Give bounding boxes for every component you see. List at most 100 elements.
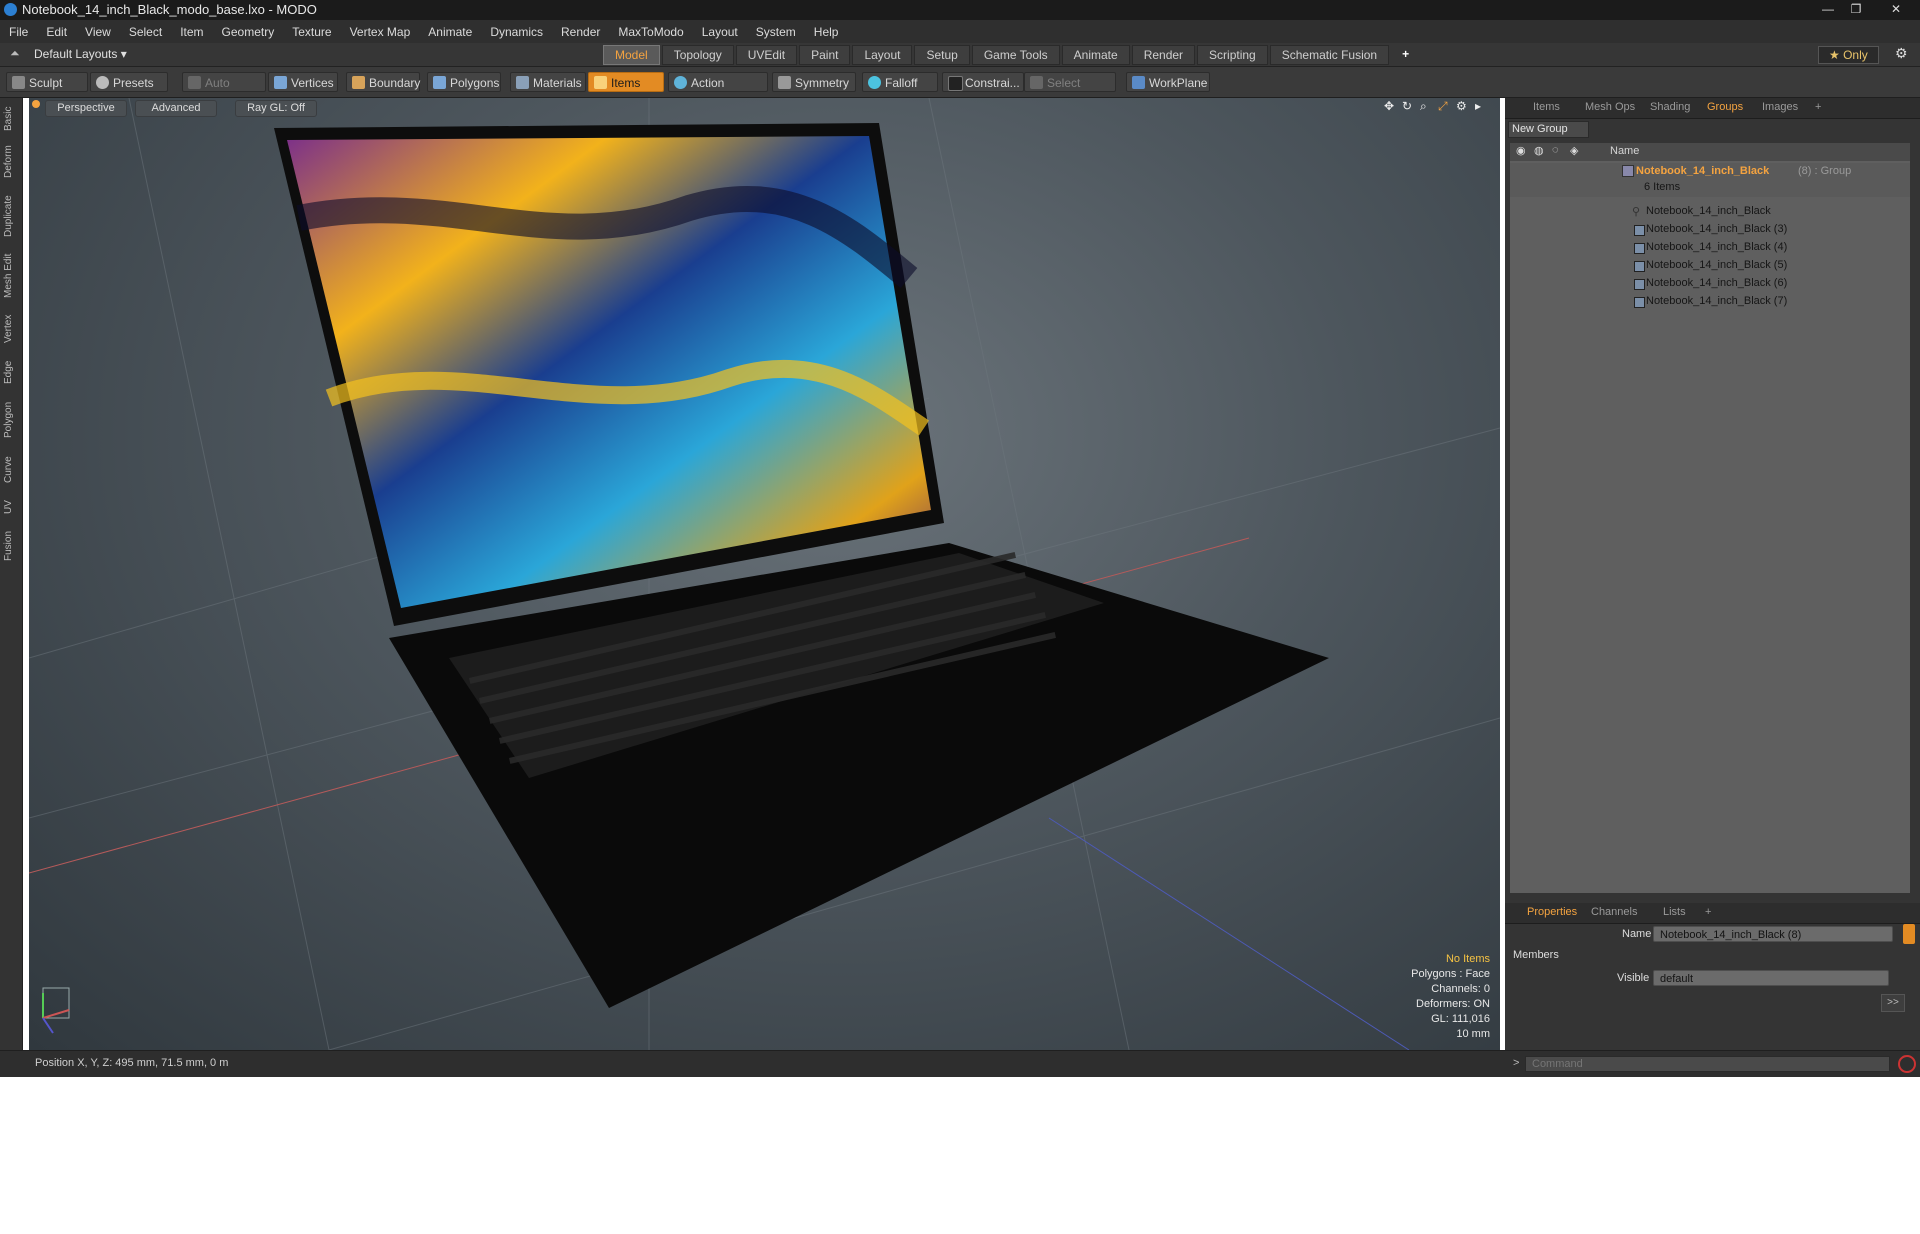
- menu-system[interactable]: System: [747, 25, 805, 39]
- tab-curve[interactable]: Curve: [3, 452, 19, 488]
- list-item[interactable]: Notebook_14_inch_Black (4): [1510, 239, 1910, 257]
- tab-render[interactable]: Render: [1131, 45, 1196, 65]
- list-item[interactable]: Notebook_14_inch_Black (6): [1510, 275, 1910, 293]
- menu-file[interactable]: File: [0, 25, 37, 39]
- perspective-dropdown[interactable]: Perspective: [45, 100, 127, 117]
- more-button[interactable]: >>: [1881, 994, 1905, 1012]
- falloff-button[interactable]: Falloff: [862, 72, 938, 92]
- lock-icon[interactable]: ◌: [1552, 144, 1559, 156]
- record-icon[interactable]: [1898, 1055, 1916, 1073]
- menu-select[interactable]: Select: [120, 25, 171, 39]
- pan-icon[interactable]: ✥: [1384, 99, 1394, 113]
- viewport-menu-dot-icon[interactable]: [32, 100, 40, 108]
- tab-items[interactable]: Items: [1533, 101, 1560, 113]
- tab-model[interactable]: Model: [603, 45, 660, 65]
- boundary-button[interactable]: Boundary: [346, 72, 420, 92]
- advanced-dropdown[interactable]: Advanced: [135, 100, 217, 117]
- tab-schematic-fusion[interactable]: Schematic Fusion: [1269, 45, 1390, 65]
- gear-icon[interactable]: ⚙: [1895, 45, 1908, 62]
- tab-scripting[interactable]: Scripting: [1197, 45, 1268, 65]
- name-field[interactable]: Notebook_14_inch_Black (8): [1653, 926, 1893, 942]
- menu-layout[interactable]: Layout: [693, 25, 747, 39]
- fit-icon[interactable]: ⤢: [1438, 99, 1448, 114]
- list-item[interactable]: Notebook_14_inch_Black (3): [1510, 221, 1910, 239]
- add-properties-tab-button[interactable]: +: [1705, 906, 1711, 918]
- menu-dynamics[interactable]: Dynamics: [481, 25, 552, 39]
- tab-fusion[interactable]: Fusion: [3, 526, 19, 566]
- 3d-viewport[interactable]: Perspective Advanced Ray GL: Off ✥ ↻ ⌕ ⤢…: [29, 98, 1500, 1050]
- symmetry-button[interactable]: Symmetry: [772, 72, 856, 92]
- layout-up-icon[interactable]: ⏶: [10, 46, 20, 61]
- command-input[interactable]: [1525, 1056, 1890, 1072]
- name-column-header[interactable]: Name: [1610, 145, 1639, 157]
- menu-vertex-map[interactable]: Vertex Map: [341, 25, 420, 39]
- rotate-icon[interactable]: ↻: [1402, 99, 1412, 113]
- tab-edge[interactable]: Edge: [3, 356, 19, 388]
- members-section[interactable]: Members: [1513, 949, 1559, 961]
- list-item[interactable]: Notebook_14_inch_Black (5): [1510, 257, 1910, 275]
- select-through-button[interactable]: Select Through: [1024, 72, 1116, 110]
- materials-button[interactable]: Materials: [510, 72, 586, 92]
- tab-polygon[interactable]: Polygon: [3, 396, 19, 444]
- tab-duplicate[interactable]: Duplicate: [3, 190, 19, 242]
- viewport-expand-icon[interactable]: ▸: [1475, 99, 1481, 113]
- add-panel-tab-button[interactable]: +: [1815, 101, 1821, 113]
- tab-basic[interactable]: Basic: [3, 104, 19, 134]
- menu-animate[interactable]: Animate: [419, 25, 481, 39]
- tab-animate[interactable]: Animate: [1061, 45, 1130, 65]
- list-item[interactable]: ⚲ Notebook_14_inch_Black: [1510, 203, 1910, 221]
- only-toggle[interactable]: ★ Only: [1818, 46, 1879, 64]
- tab-properties[interactable]: Properties: [1527, 906, 1577, 918]
- tab-vertex[interactable]: Vertex: [3, 310, 19, 348]
- polygons-button[interactable]: Polygons: [427, 72, 501, 92]
- menu-help[interactable]: Help: [805, 25, 848, 39]
- tab-lists[interactable]: Lists: [1663, 906, 1686, 918]
- tab-images[interactable]: Images: [1762, 101, 1798, 113]
- eye-icon[interactable]: ◉: [1516, 144, 1526, 157]
- action-center-button[interactable]: Action Center: [668, 72, 768, 110]
- menu-render[interactable]: Render: [552, 25, 609, 39]
- list-item[interactable]: Notebook_14_inch_Black (7): [1510, 293, 1910, 311]
- menu-texture[interactable]: Texture: [283, 25, 340, 39]
- maximize-button[interactable]: ❐: [1843, 1, 1869, 18]
- tab-paint[interactable]: Paint: [799, 45, 851, 65]
- minimize-button[interactable]: —: [1815, 1, 1841, 18]
- vertices-button[interactable]: Vertices: [268, 72, 338, 92]
- tab-topology[interactable]: Topology: [661, 45, 734, 65]
- presets-button[interactable]: Presets: [90, 72, 168, 92]
- group-row[interactable]: Notebook_14_inch_Black (8) : Group 6 Ite…: [1510, 163, 1910, 197]
- auto-select-icon: [188, 76, 201, 89]
- new-group-button[interactable]: New Group: [1508, 121, 1589, 138]
- tab-mesh-edit[interactable]: Mesh Edit: [3, 250, 19, 302]
- menu-maxtomodo[interactable]: MaxToModo: [609, 25, 692, 39]
- workplane-button[interactable]: WorkPlane: [1126, 72, 1210, 92]
- close-button[interactable]: ✕: [1880, 1, 1912, 18]
- constraint-button[interactable]: Constrai...: [942, 72, 1024, 92]
- tab-uvedit[interactable]: UVEdit: [735, 45, 798, 65]
- items-button[interactable]: Items: [588, 72, 664, 92]
- default-layouts-dropdown[interactable]: Default Layouts ▾: [34, 47, 127, 61]
- tab-layout[interactable]: Layout: [852, 45, 913, 65]
- zoom-icon[interactable]: ⌕: [1420, 99, 1427, 114]
- tab-game-tools[interactable]: Game Tools: [971, 45, 1060, 65]
- visible-dropdown[interactable]: default: [1653, 970, 1889, 986]
- sculpt-button[interactable]: Sculpt: [6, 72, 88, 92]
- render-icon[interactable]: ◍: [1534, 144, 1544, 157]
- tab-uv[interactable]: UV: [3, 496, 19, 518]
- menu-edit[interactable]: Edit: [37, 25, 76, 39]
- menu-view[interactable]: View: [76, 25, 120, 39]
- auto-select-button[interactable]: Auto Select: [182, 72, 266, 110]
- tab-channels[interactable]: Channels: [1591, 906, 1637, 918]
- menu-geometry[interactable]: Geometry: [213, 25, 284, 39]
- tab-deform[interactable]: Deform: [3, 142, 19, 182]
- menu-item[interactable]: Item: [171, 25, 212, 39]
- tab-mesh-ops[interactable]: Mesh Ops: [1585, 101, 1635, 113]
- tab-setup[interactable]: Setup: [914, 45, 970, 65]
- select-icon[interactable]: ◈: [1570, 144, 1578, 157]
- tab-shading[interactable]: Shading: [1650, 101, 1690, 113]
- raygl-toggle[interactable]: Ray GL: Off: [235, 100, 317, 117]
- name-options-button[interactable]: [1903, 924, 1915, 944]
- viewport-settings-icon[interactable]: ⚙: [1456, 99, 1467, 113]
- tab-groups[interactable]: Groups: [1707, 101, 1743, 113]
- add-tab-button[interactable]: +: [1391, 45, 1420, 65]
